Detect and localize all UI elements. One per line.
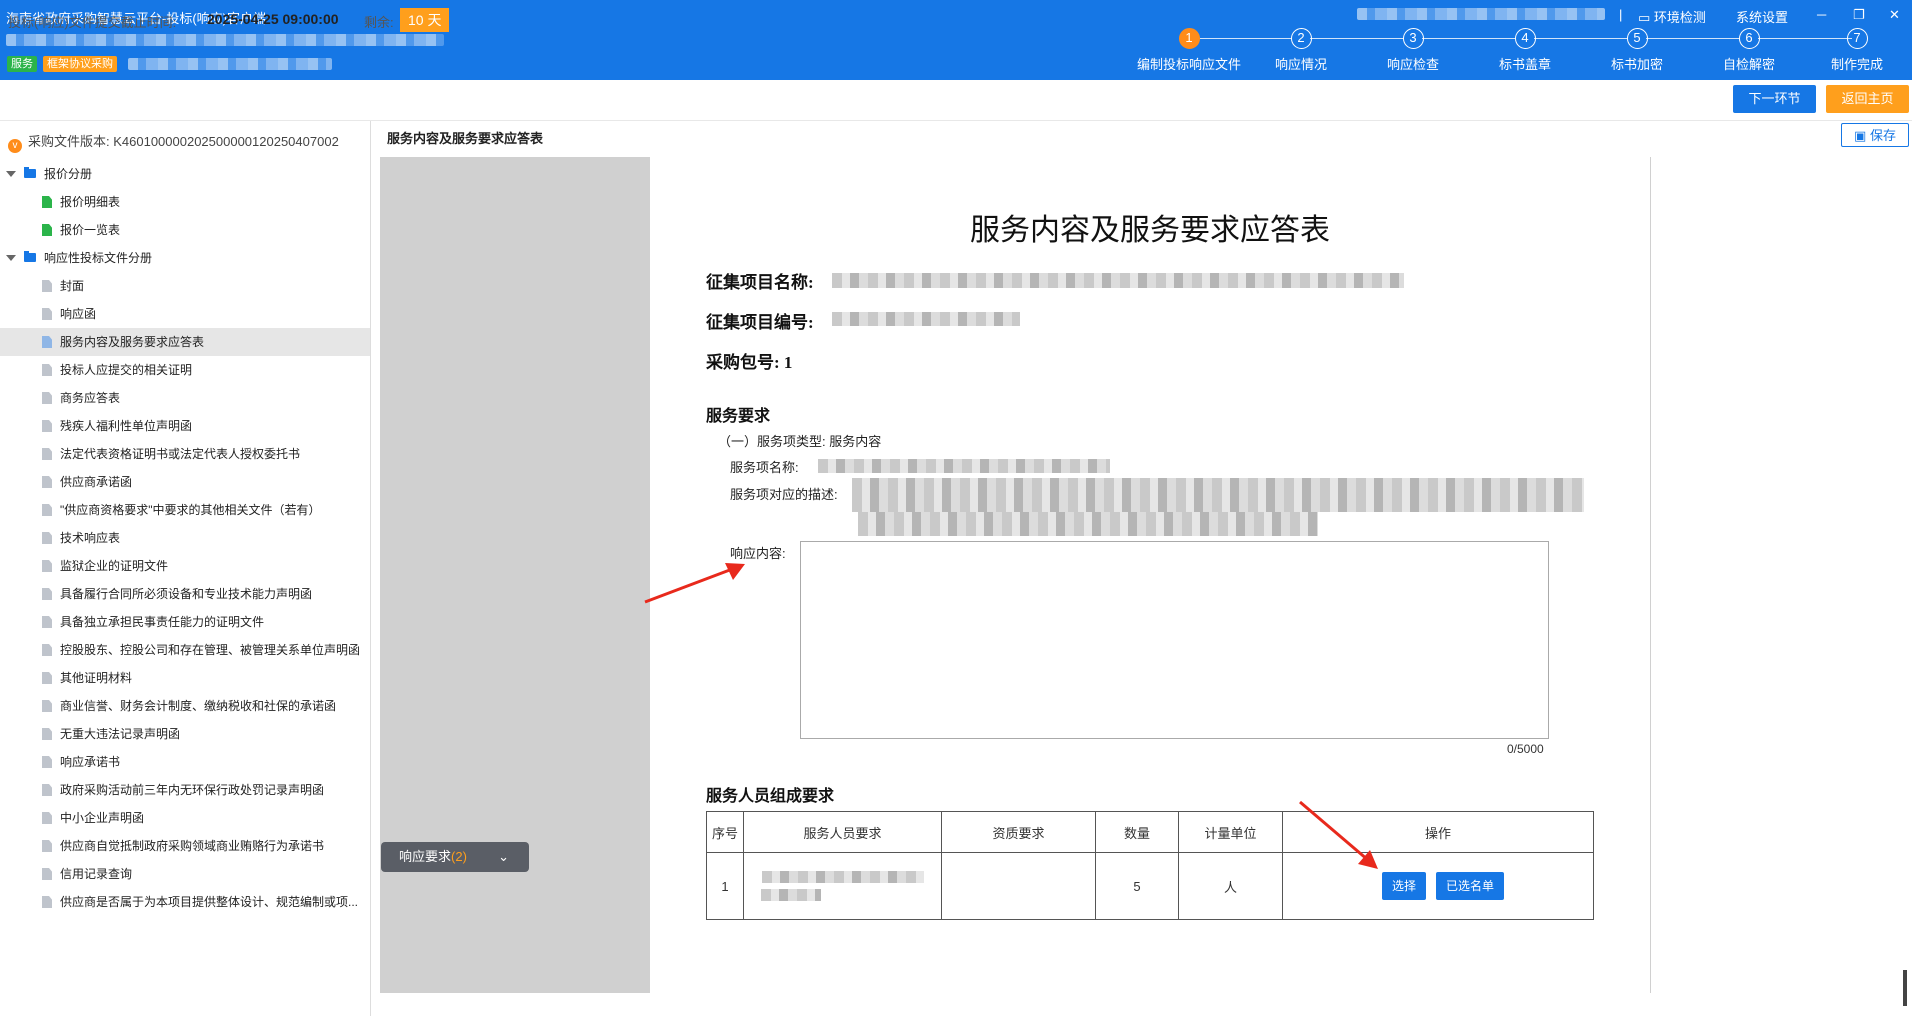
scrollbar[interactable]	[1903, 970, 1907, 1006]
annotation-arrows	[644, 563, 1378, 869]
arrow-to-response-label	[644, 566, 736, 604]
arrow-to-select-button	[1299, 800, 1369, 862]
